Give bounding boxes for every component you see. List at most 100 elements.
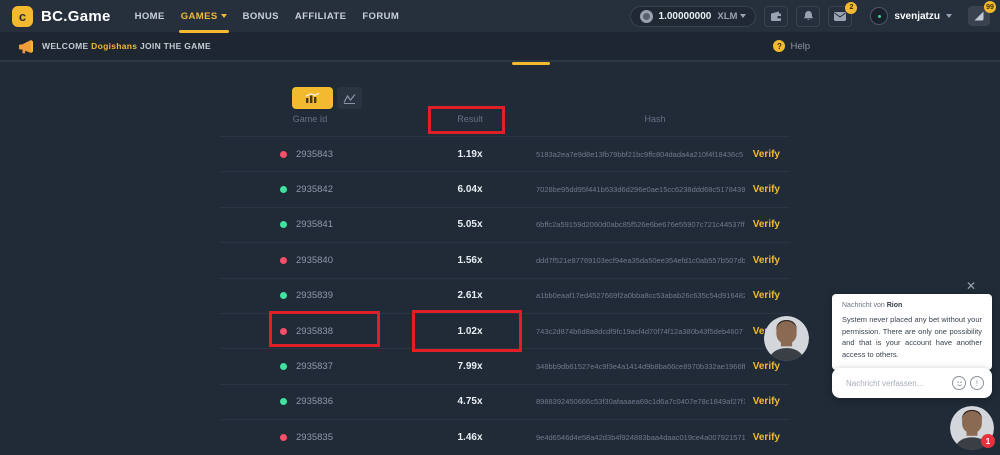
game-id-value: 2935839 [296,290,333,301]
megaphone-icon [19,40,35,54]
nav-item-bonus[interactable]: BONUS [243,11,279,22]
table-row: 2935840 1.56x ddd7f521e87769103ecf94ea35… [220,242,790,277]
chevron-down-icon [946,14,952,18]
main-nav: HOME GAMES BONUS AFFILIATE FORUM [135,11,400,22]
header-game-id: Game Id [260,114,360,124]
hash-value: ddd7f521e87769103ecf94ea35da50ee354efd1c… [530,256,745,265]
chat-sender-name: Rion [887,302,903,309]
status-dot-icon [280,186,287,193]
result-value: 1.19x [410,149,530,160]
verify-link[interactable]: Verify [745,432,790,443]
line-chart-icon [343,93,356,104]
game-id-value: 2935835 [296,432,333,443]
hash-value: 348bb9db61527e4c9f3e4a1414d9b8ba66ce8970… [530,362,745,371]
unread-count-badge: 1 [981,434,995,448]
help-link[interactable]: ? Help [773,40,810,52]
balance-selector[interactable]: 1.00000000 XLM [630,6,757,27]
result-value: 1.56x [410,255,530,266]
game-id-cell: 2935835 [280,432,410,443]
verify-link[interactable]: Verify [745,290,790,301]
game-id-value: 2935840 [296,255,333,266]
hash-value: 8988392450666c53f30afaaaea69c1d6a7c0407e… [530,397,745,406]
verify-link[interactable]: Verify [745,361,790,372]
result-value: 6.04x [410,184,530,195]
table-header: Game Id Result Hash [220,106,790,136]
status-dot-icon [280,398,287,405]
username: svenjatzu [894,11,940,22]
verify-link[interactable]: Verify [745,255,790,266]
verify-link[interactable]: Verify [745,219,790,230]
verify-link[interactable]: Verify [745,184,790,195]
game-id-cell: 2935841 [280,219,410,230]
hash-value: 6bffc2a59159d2060d0abc85f526e6be676e5590… [530,220,745,229]
table-row: 2935843 1.19x 5183a2ea7e9d8e13fb79bbf21b… [220,136,790,171]
mail-icon [834,12,846,21]
table-row: 2935842 6.04x 7028be95dd95f441b633d6d296… [220,171,790,206]
status-dot-icon [280,363,287,370]
header-hash: Hash [600,114,710,124]
verify-link[interactable]: Verify [745,149,790,160]
result-value: 7.99x [410,361,530,372]
status-dot-icon [280,257,287,264]
wallet-icon [770,11,782,22]
status-dot-icon [280,151,287,158]
game-id-cell: 2935836 [280,396,410,407]
mail-button[interactable]: 2 [828,6,852,27]
chat-message-label: Nachricht von Rion [842,302,982,309]
bar-chart-icon [305,92,320,104]
result-value: 4.75x [410,396,530,407]
messenger-button[interactable]: 99 [968,6,990,26]
bell-icon [803,10,814,22]
status-dot-icon [280,292,287,299]
wallet-button[interactable] [764,6,788,27]
chat-input[interactable] [846,379,948,388]
chevron-down-icon [221,14,227,18]
user-menu[interactable]: svenjatzu [870,7,952,25]
status-dot-icon [280,221,287,228]
emoji-icon[interactable] [952,376,966,390]
game-id-cell: 2935839 [280,290,410,301]
hash-value: 743c2d874b6d8a8dcdf9fc19acf4d70f74f12a38… [530,327,745,336]
currency-dropdown[interactable]: XLM [717,11,746,22]
result-value: 2.61x [410,290,530,301]
game-id-value: 2935841 [296,219,333,230]
nav-item-affiliate[interactable]: AFFILIATE [295,11,346,22]
result-value: 1.46x [410,432,530,443]
chat-input-bar: ! [832,368,992,398]
nav-item-forum[interactable]: FORUM [362,11,399,22]
bcgame-logo-icon: c [12,6,33,27]
close-icon[interactable]: ✕ [966,279,976,293]
welcome-message: WELCOME Dogishans JOIN THE GAME [42,41,211,51]
table-row: 2935835 1.46x 9e4d6546d4e58a42d3b4f92488… [220,419,790,454]
game-id-cell: 2935837 [280,361,410,372]
mail-badge: 2 [845,2,857,14]
annotation-box-result-header [428,106,505,134]
messenger-icon [973,10,985,22]
hash-value: 5183a2ea7e9d8e13fb79bbf21bc9ffc804dada4a… [530,150,745,159]
game-id-value: 2935842 [296,184,333,195]
table-row: 2935839 2.61x a1bb0eaaf17ed4527669f2a0bb… [220,278,790,313]
xlm-coin-icon [640,10,653,23]
game-id-value: 2935836 [296,396,333,407]
info-icon[interactable]: ! [970,376,984,390]
result-value: 5.05x [410,219,530,230]
game-id-cell: 2935840 [280,255,410,266]
hash-value: 7028be95dd95f441b633d6d296e0ae15cc6238dd… [530,185,745,194]
welcome-bar: WELCOME Dogishans JOIN THE GAME ? Help [0,32,1000,62]
nav-item-games[interactable]: GAMES [181,11,227,22]
nav-item-home[interactable]: HOME [135,11,165,22]
annotation-box-result-value [412,310,522,352]
brand-name: BC.Game [41,8,111,25]
game-id-value: 2935837 [296,361,333,372]
game-id-cell: 2935843 [280,149,410,160]
verify-link[interactable]: Verify [745,396,790,407]
game-id-cell: 2935842 [280,184,410,195]
table-row: 2935841 5.05x 6bffc2a59159d2060d0abc85f5… [220,207,790,242]
notifications-button[interactable] [796,6,820,27]
annotation-box-game-id [269,311,380,347]
brand-logo[interactable]: c BC.Game [12,6,111,27]
chevron-down-icon [740,14,746,18]
sender-avatar [764,316,809,361]
welcome-username: Dogishans [91,41,137,51]
table-row: 2935836 4.75x 8988392450666c53f30afaaaea… [220,384,790,419]
